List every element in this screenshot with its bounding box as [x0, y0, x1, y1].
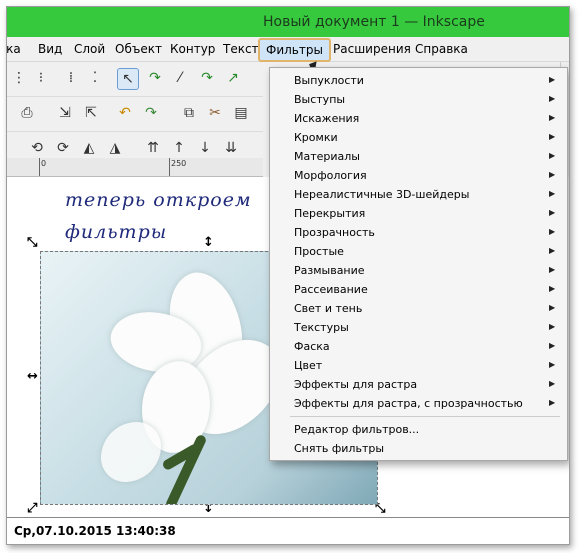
toolbar-snap: ⋮ ⁝ ⁞ ⁚ ↖ ↷ ⁄ ↷ ↗ — [7, 62, 263, 97]
paste-icon[interactable]: ▤ — [231, 103, 251, 123]
menu-item-remove-filters[interactable]: Снять фильтры — [294, 442, 384, 455]
menu-filters[interactable]: Фильтры — [258, 38, 331, 62]
snap-nodes-icon[interactable]: ⁝ — [31, 68, 51, 88]
cusp-node-icon[interactable]: ↷ — [145, 68, 165, 88]
symmetric-node-icon[interactable]: ↷ — [197, 68, 217, 88]
flip-horizontal-icon[interactable]: ◭ — [79, 138, 99, 158]
submenu-arrow-icon: ▶ — [549, 322, 556, 331]
submenu-arrow-icon: ▶ — [549, 284, 556, 293]
inkscape-window: Новый документ 1 — Inkscape Правка Вид С… — [6, 6, 570, 545]
menu-separator — [290, 416, 560, 417]
copy-icon[interactable]: ⧉ — [179, 103, 199, 123]
ruler-tick — [39, 158, 40, 176]
horizontal-ruler: 0 250 — [7, 158, 263, 177]
scale-handle-top-left-icon[interactable]: ⤡ — [27, 235, 37, 250]
snap-midpoint-icon[interactable]: ⁞ — [61, 68, 81, 88]
menu-help[interactable]: Справка — [415, 42, 468, 56]
node-tool-icon[interactable]: ↖ — [117, 68, 139, 90]
print-icon[interactable]: ⎙ — [17, 103, 37, 123]
menu-view[interactable]: Вид — [38, 42, 62, 56]
snap-center-icon[interactable]: ⁚ — [85, 68, 105, 88]
window-title: Новый документ 1 — Inkscape — [263, 14, 485, 30]
menu-item-color[interactable]: Цвет — [294, 359, 322, 372]
auto-node-icon[interactable]: ↗ — [223, 68, 243, 88]
submenu-arrow-icon: ▶ — [549, 189, 556, 198]
smooth-node-icon[interactable]: ⁄ — [170, 68, 190, 88]
rotate-ccw-icon[interactable]: ⟲ — [27, 138, 47, 158]
lily-petal — [101, 422, 161, 482]
menu-item-image-effects-transparent[interactable]: Эффекты для растра, с прозрачностью — [294, 397, 523, 410]
title-bar: Новый документ 1 — Inkscape — [7, 7, 569, 37]
filters-dropdown-menu: Выпуклости ▶ Выступы ▶ Искажения ▶ Кромк… — [269, 67, 568, 461]
submenu-arrow-icon: ▶ — [549, 208, 556, 217]
rotate-cw-icon[interactable]: ⟳ — [53, 138, 73, 158]
menu-item-edges[interactable]: Кромки — [294, 131, 338, 144]
menu-item-light-and-shadow[interactable]: Свет и тень — [294, 302, 362, 315]
menu-bar: Правка Вид Слой Объект Контур Текст Филь… — [7, 37, 569, 62]
menu-item-image-effects[interactable]: Эффекты для растра — [294, 378, 417, 391]
scale-handle-left-icon[interactable]: ↔ — [27, 369, 38, 384]
menu-layer[interactable]: Слой — [74, 42, 105, 56]
submenu-arrow-icon: ▶ — [549, 132, 556, 141]
submenu-arrow-icon: ▶ — [549, 398, 556, 407]
submenu-arrow-icon: ▶ — [549, 170, 556, 179]
menu-item-protrusions[interactable]: Выступы — [294, 93, 345, 106]
menu-item-textures[interactable]: Текстуры — [294, 321, 349, 334]
menu-item-overlays[interactable]: Перекрытия — [294, 207, 365, 220]
lower-to-bottom-icon[interactable]: ⇊ — [221, 138, 241, 158]
canvas-text-line2: фильтры — [65, 221, 168, 243]
ruler-tick — [169, 158, 170, 176]
scale-handle-top-icon[interactable]: ↕ — [203, 235, 214, 250]
submenu-arrow-icon: ▶ — [549, 360, 556, 369]
redo-icon[interactable]: ↷ — [141, 103, 161, 123]
menu-edit[interactable]: Правка — [7, 42, 21, 56]
undo-icon[interactable]: ↶ — [115, 103, 135, 123]
submenu-arrow-icon: ▶ — [549, 75, 556, 84]
import-icon[interactable]: ⇲ — [55, 103, 75, 123]
menu-extensions[interactable]: Расширения — [333, 42, 411, 56]
lower-icon[interactable]: ↓ — [195, 138, 215, 158]
snap-bbox-icon[interactable]: ⋮ — [9, 68, 29, 88]
menu-path[interactable]: Контур — [170, 42, 215, 56]
menu-object[interactable]: Объект — [115, 42, 162, 56]
flip-vertical-icon[interactable]: ◮ — [105, 138, 125, 158]
menu-item-blurs[interactable]: Размывание — [294, 264, 365, 277]
submenu-arrow-icon: ▶ — [549, 94, 556, 103]
menu-text[interactable]: Текст — [223, 42, 259, 56]
submenu-arrow-icon: ▶ — [549, 246, 556, 255]
submenu-arrow-icon: ▶ — [549, 303, 556, 312]
menu-item-simple[interactable]: Простые — [294, 245, 344, 258]
submenu-arrow-icon: ▶ — [549, 379, 556, 388]
ruler-label-250: 250 — [171, 159, 187, 168]
raise-to-top-icon[interactable]: ⇈ — [143, 138, 163, 158]
menu-item-bumps[interactable]: Выпуклости — [294, 74, 364, 87]
submenu-arrow-icon: ▶ — [549, 151, 556, 160]
toolbar-commands: ⎙ ⇲ ⇱ ↶ ↷ ⧉ ✂ ▤ — [7, 97, 263, 132]
submenu-arrow-icon: ▶ — [549, 113, 556, 122]
menu-item-scatter[interactable]: Рассеивание — [294, 283, 368, 296]
export-icon[interactable]: ⇱ — [81, 103, 101, 123]
menu-item-morphology[interactable]: Морфология — [294, 169, 367, 182]
menu-item-non-realistic-3d[interactable]: Нереалистичные 3D-шейдеры — [294, 188, 469, 201]
menu-item-materials[interactable]: Материалы — [294, 150, 360, 163]
canvas-text-line1: теперь откроем — [65, 189, 252, 211]
raise-icon[interactable]: ↑ — [169, 138, 189, 158]
scale-handle-bottom-left-icon[interactable]: ⤢ — [27, 501, 37, 516]
menu-item-transparency[interactable]: Прозрачность — [294, 226, 375, 239]
menu-item-filter-editor[interactable]: Редактор фильтров... — [294, 423, 419, 436]
menu-item-bevels[interactable]: Фаска — [294, 340, 330, 353]
submenu-arrow-icon: ▶ — [549, 227, 556, 236]
submenu-arrow-icon: ▶ — [549, 341, 556, 350]
submenu-arrow-icon: ▶ — [549, 265, 556, 274]
ruler-label-0: 0 — [41, 159, 47, 168]
status-bar: Ср,07.10.2015 13:40:38 — [7, 517, 569, 544]
status-timestamp: Ср,07.10.2015 13:40:38 — [14, 524, 176, 538]
menu-item-distort[interactable]: Искажения — [294, 112, 359, 125]
cut-icon[interactable]: ✂ — [205, 103, 225, 123]
